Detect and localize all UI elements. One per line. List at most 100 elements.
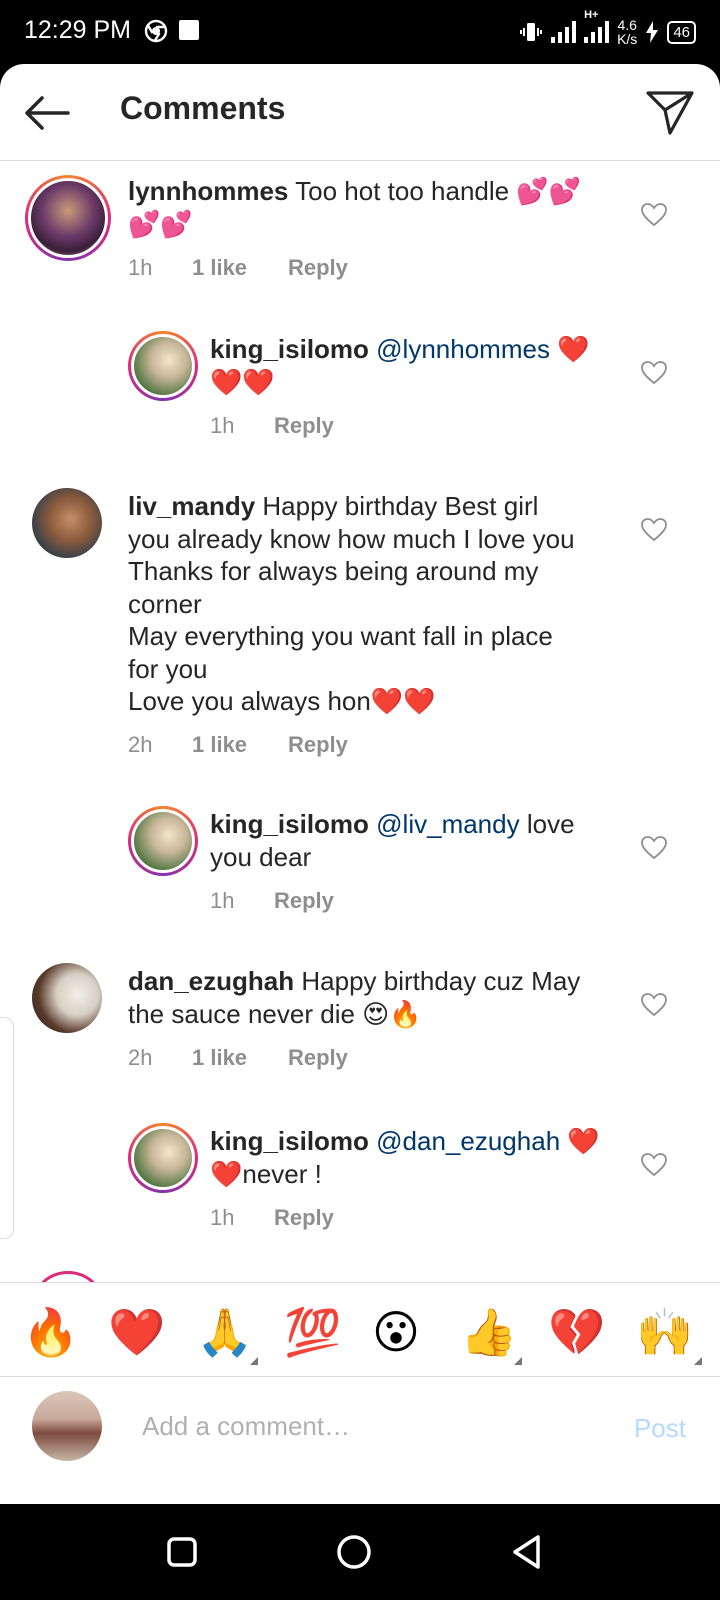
comment-line: you already know how much I love you xyxy=(128,523,575,554)
charging-icon xyxy=(646,21,659,43)
avatar[interactable] xyxy=(32,963,102,1033)
avatar[interactable] xyxy=(128,806,198,876)
recent-apps-icon[interactable] xyxy=(162,1532,202,1572)
emoji-heart-button[interactable]: ❤️ xyxy=(108,1307,165,1357)
comment-composer: Add a comment… Post xyxy=(0,1376,720,1475)
emoji-raised-hands-button[interactable]: 🙌 xyxy=(636,1307,693,1357)
comment-item: dan_ezughah Happy birthday cuz May the s… xyxy=(0,951,720,1101)
comment-body: Happy birthday cuz May xyxy=(301,966,581,996)
comment-body: love xyxy=(519,809,575,839)
emoji-100-button[interactable]: 💯 xyxy=(284,1307,341,1357)
comment-input[interactable]: Add a comment… xyxy=(142,1411,350,1442)
comment-text: king_isilomo @liv_mandy love you dear xyxy=(210,808,610,873)
comment-meta: 2h 1 like Reply xyxy=(128,1045,348,1071)
reply-item: king_isilomo @lynnhommes ❤️ ❤️❤️ 1h Repl… xyxy=(0,319,720,469)
comment-time: 2h xyxy=(128,1045,153,1070)
signal-hplus-icon: H+ xyxy=(584,9,610,43)
heart-icon[interactable] xyxy=(640,834,668,862)
avatar[interactable] xyxy=(32,488,102,558)
avatar[interactable] xyxy=(128,331,198,401)
avatar[interactable] xyxy=(25,175,111,261)
comment-time: 1h xyxy=(210,888,235,913)
network-speed: 4.6 K/s xyxy=(617,17,638,47)
skin-tone-indicator xyxy=(514,1357,522,1365)
emoji-broken-heart-button[interactable]: 💔 xyxy=(548,1307,605,1357)
comment-username[interactable]: king_isilomo xyxy=(210,334,369,364)
heart-icon[interactable] xyxy=(640,359,668,387)
mention-link[interactable]: @dan_ezughah xyxy=(376,1126,560,1156)
comment-meta: 1h Reply xyxy=(210,413,334,439)
quick-emoji-bar: 🔥 ❤️ 🙏 💯 😮 👍 💔 🙌 xyxy=(0,1282,720,1377)
heart-icon[interactable] xyxy=(640,1151,668,1179)
comment-username[interactable]: dan_ezughah xyxy=(128,966,294,996)
comment-body: Too hot too handle 💕💕 xyxy=(295,176,582,206)
emoji-fire-button[interactable]: 🔥 xyxy=(22,1307,79,1357)
mention-link[interactable]: @liv_mandy xyxy=(376,809,519,839)
emoji-pray-button[interactable]: 🙏 xyxy=(196,1307,253,1357)
reply-item: king_isilomo @dan_ezughah ❤️ ❤️never ! 1… xyxy=(0,1111,720,1261)
comment-likes[interactable]: 1 like xyxy=(192,1045,288,1071)
comment-body: ❤️ xyxy=(549,334,590,364)
comment-item: lynnhommes Too hot too handle 💕💕 💕💕 1h 1… xyxy=(0,161,720,311)
avatar xyxy=(32,1391,102,1461)
mention-link[interactable]: @lynnhommes xyxy=(376,334,550,364)
comment-text: lynnhommes Too hot too handle 💕💕 💕💕 xyxy=(128,175,608,240)
comment-item: liv_mandy Happy birthday Best girl you a… xyxy=(0,476,720,776)
comment-body-cont: ❤️❤️ xyxy=(210,366,275,397)
comment-body: ❤️ xyxy=(560,1126,600,1156)
signal-icon xyxy=(551,21,577,43)
comment-text: dan_ezughah Happy birthday cuz May the s… xyxy=(128,965,608,1030)
reply-button[interactable]: Reply xyxy=(274,413,334,439)
reply-button[interactable]: Reply xyxy=(274,1205,334,1231)
comment-text: king_isilomo @dan_ezughah ❤️ ❤️never ! xyxy=(210,1125,610,1190)
status-indicators: H+ 4.6 K/s 46 xyxy=(519,9,696,50)
post-button[interactable]: Post xyxy=(634,1413,686,1444)
status-time: 12:29 PM xyxy=(24,16,132,44)
comments-screen: Comments lynnhommes Too hot too handle 💕… xyxy=(0,64,720,1504)
comment-line: May everything you want fall in place xyxy=(128,621,553,651)
avatar[interactable] xyxy=(128,1123,198,1193)
comment-meta: 1h 1 like Reply xyxy=(128,255,348,281)
comment-likes[interactable]: 1 like xyxy=(192,255,288,281)
comment-time: 1h xyxy=(210,413,235,438)
comment-text: liv_mandy Happy birthday Best girl you a… xyxy=(128,490,608,718)
reply-button[interactable]: Reply xyxy=(274,888,334,914)
reply-button[interactable]: Reply xyxy=(288,255,348,281)
comment-username[interactable]: king_isilomo xyxy=(210,809,369,839)
comment-body-cont: 💕💕 xyxy=(128,208,193,239)
heart-icon[interactable] xyxy=(640,516,668,544)
home-icon[interactable] xyxy=(334,1532,374,1572)
comment-likes[interactable]: 1 like xyxy=(192,732,288,758)
arrow-left-icon[interactable] xyxy=(22,88,72,138)
comment-username[interactable]: lynnhommes xyxy=(128,176,288,206)
comment-meta: 1h Reply xyxy=(210,1205,334,1231)
comment-line: corner xyxy=(128,588,202,619)
comment-body-cont: you dear xyxy=(210,841,312,872)
comment-text: king_isilomo @lynnhommes ❤️ ❤️❤️ xyxy=(210,333,610,398)
comment-username[interactable]: king_isilomo xyxy=(210,1126,369,1156)
comment-body-cont: ❤️never ! xyxy=(210,1158,322,1189)
comments-list: lynnhommes Too hot too handle 💕💕 💕💕 1h 1… xyxy=(0,161,720,1311)
comment-line: Love you always hon❤️❤️ xyxy=(128,686,436,716)
comment-username[interactable]: liv_mandy xyxy=(128,491,255,521)
page-title: Comments xyxy=(120,90,286,126)
comment-body-cont: the sauce never die 😍🔥 xyxy=(128,998,422,1029)
heart-icon[interactable] xyxy=(640,201,668,229)
battery-indicator: 46 xyxy=(667,20,696,44)
paper-plane-icon[interactable] xyxy=(644,86,696,138)
emoji-surprised-button[interactable]: 😮 xyxy=(372,1307,420,1357)
vibrate-icon xyxy=(520,23,543,41)
system-nav-bar xyxy=(0,1504,720,1600)
comment-time: 2h xyxy=(128,732,153,757)
comment-time: 1h xyxy=(210,1205,235,1230)
heart-icon[interactable] xyxy=(640,991,668,1019)
comment-meta: 2h 1 like Reply xyxy=(128,732,348,758)
comment-body: Happy birthday Best girl xyxy=(262,491,539,521)
reply-item: king_isilomo @liv_mandy love you dear 1h… xyxy=(0,794,720,944)
skin-tone-indicator xyxy=(694,1357,702,1365)
reply-button[interactable]: Reply xyxy=(288,732,348,758)
reply-button[interactable]: Reply xyxy=(288,1045,348,1071)
emoji-thumbs-up-button[interactable]: 👍 xyxy=(460,1307,517,1357)
comment-time: 1h xyxy=(128,255,153,280)
back-triangle-icon[interactable] xyxy=(508,1532,548,1572)
